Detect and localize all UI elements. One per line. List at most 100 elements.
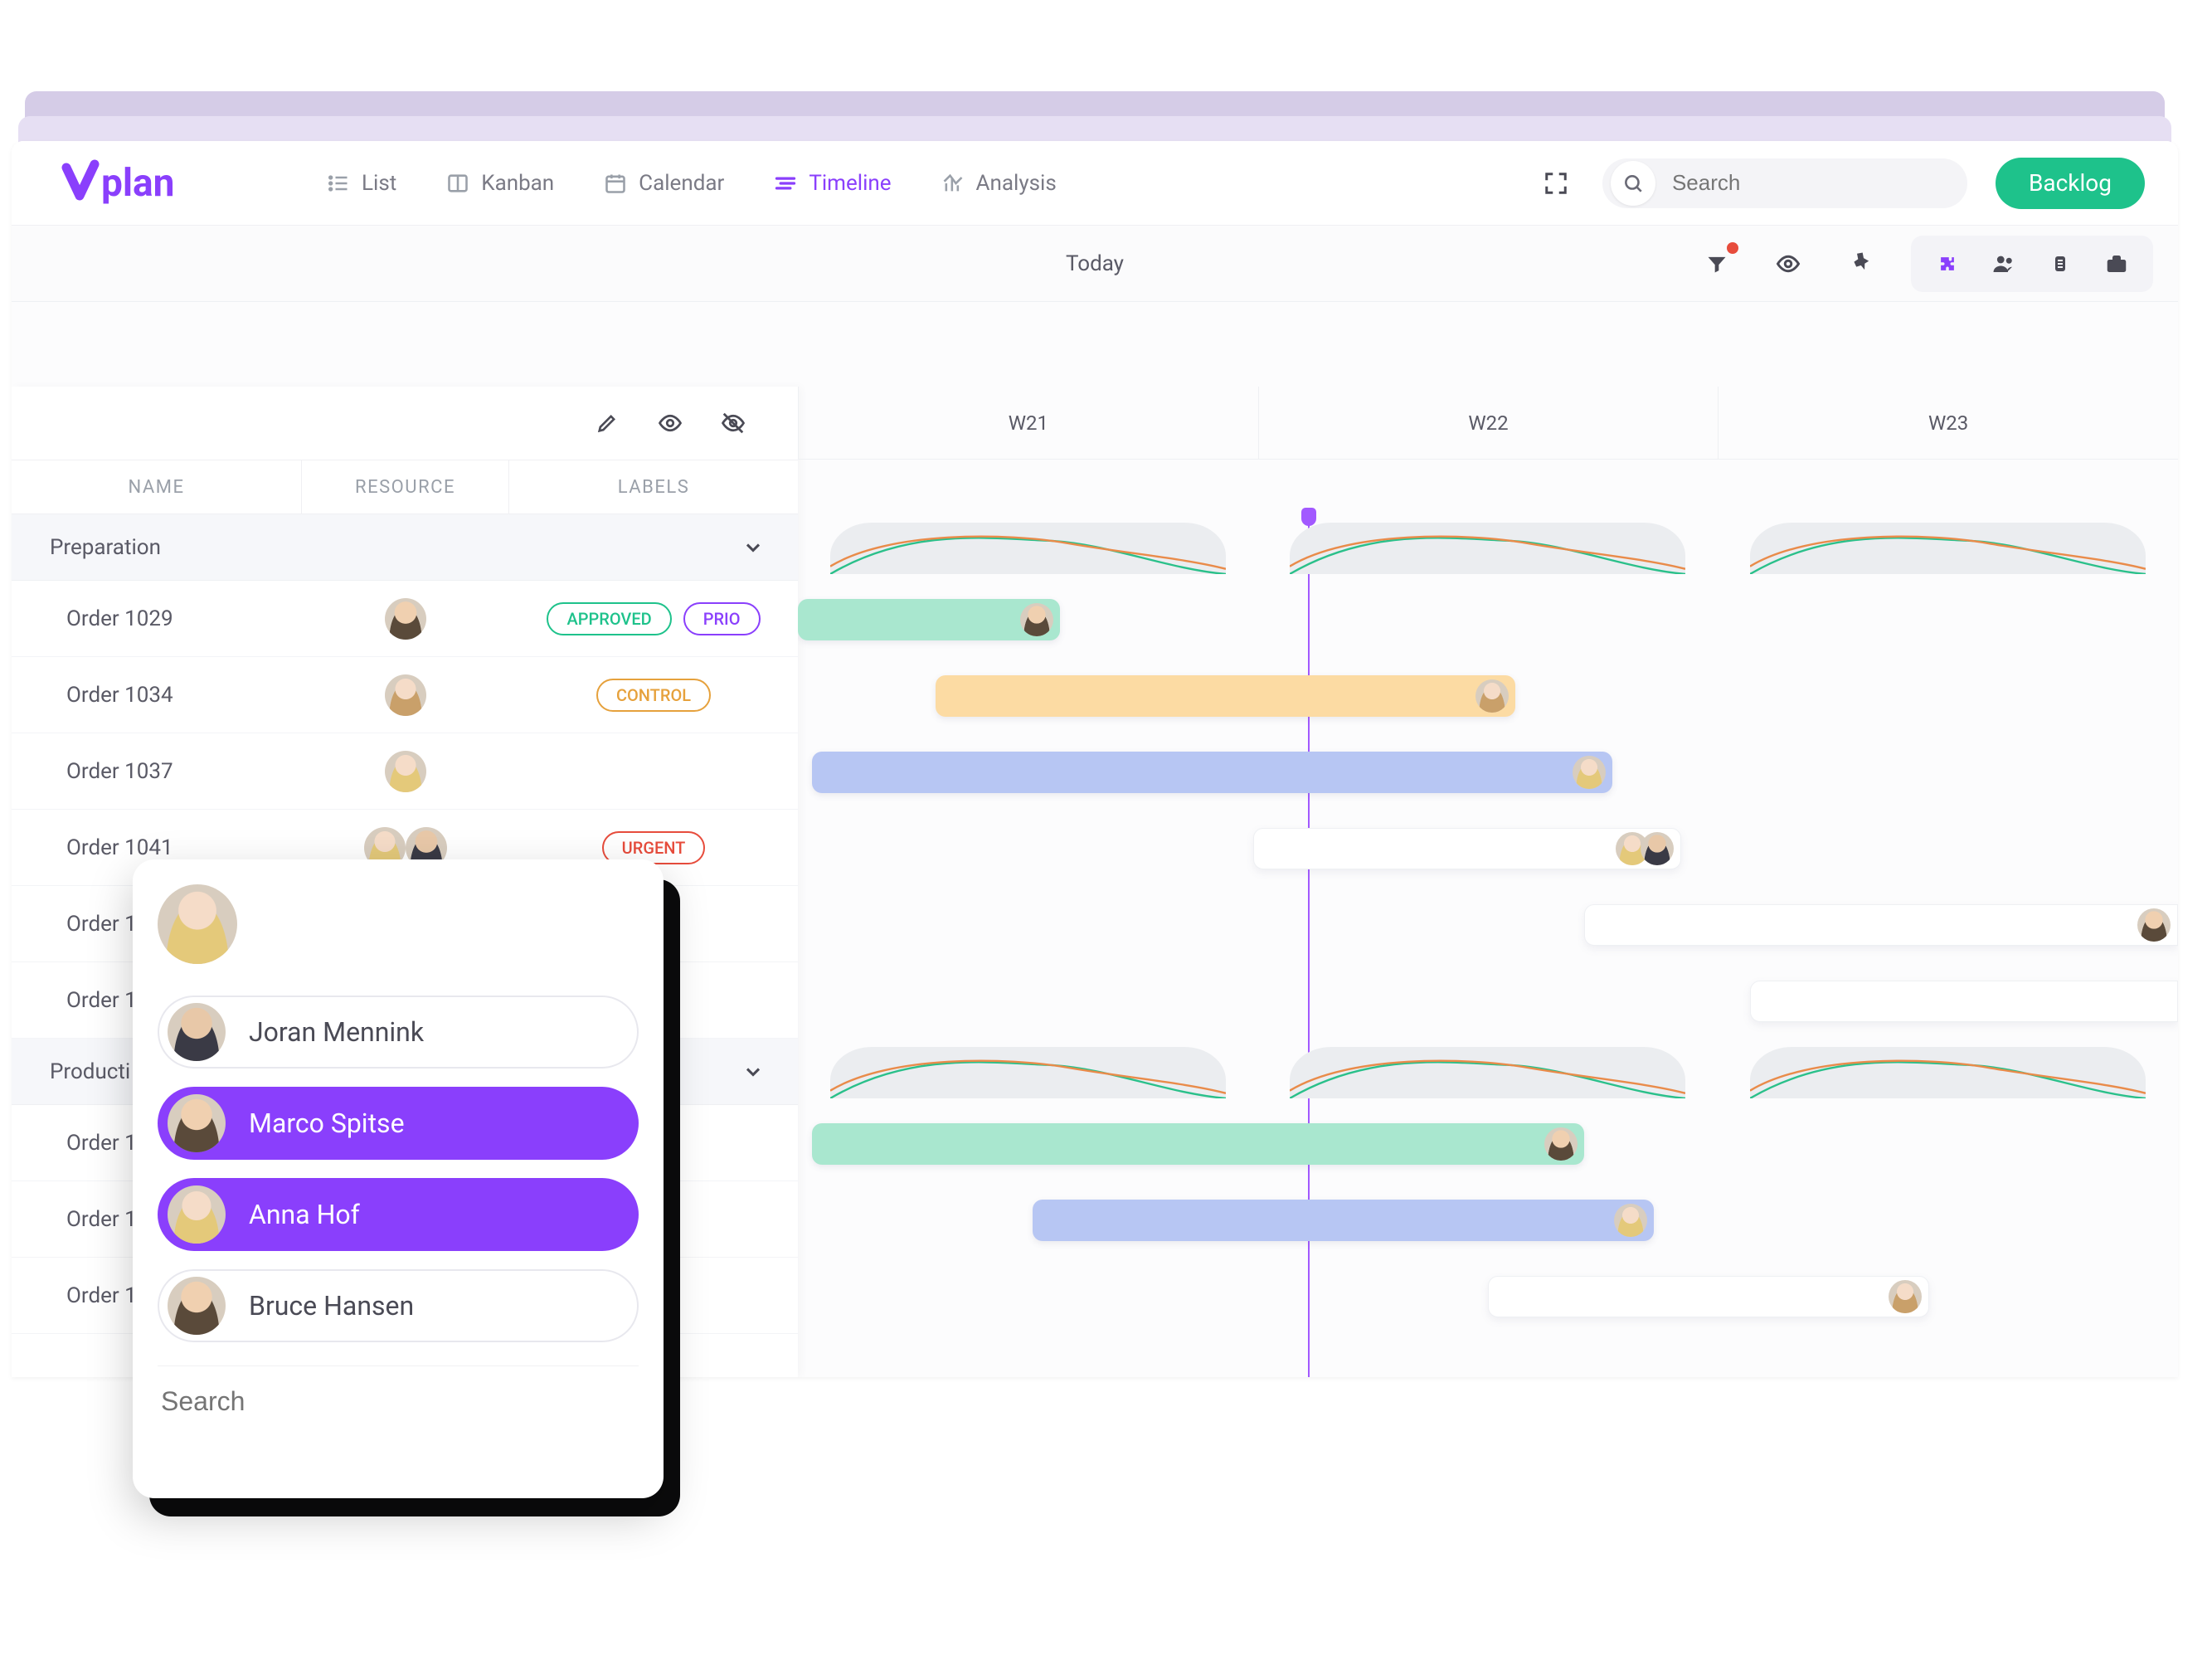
person-chip[interactable]: Joran Mennink xyxy=(158,996,639,1069)
users-icon[interactable] xyxy=(1984,244,2024,284)
chevron-down-icon xyxy=(741,536,765,559)
edit-icon[interactable] xyxy=(592,408,622,438)
label-pill: CONTROL xyxy=(596,679,711,712)
table-row[interactable]: Order 1034 CONTROL xyxy=(12,657,798,733)
label-pill: PRIO xyxy=(683,602,761,635)
topbar: plan List Kanban Calendar Time xyxy=(12,141,2178,226)
col-name: NAME xyxy=(12,460,302,514)
timeline-bar[interactable] xyxy=(812,752,1612,793)
tab-kanban-label: Kanban xyxy=(481,171,554,196)
avatar xyxy=(168,1185,226,1244)
timeline-bar[interactable] xyxy=(1253,828,1681,869)
group-row[interactable]: Preparation xyxy=(12,514,798,581)
row-resources xyxy=(302,751,509,792)
person-chip[interactable]: Bruce Hansen xyxy=(158,1269,639,1342)
tab-timeline[interactable]: Timeline xyxy=(774,171,891,196)
people-popover: Joran Mennink Marco Spitse Anna Hof Bruc… xyxy=(133,859,664,1498)
avatar xyxy=(168,1277,226,1335)
timeline-bar[interactable] xyxy=(936,675,1515,717)
today-label[interactable]: Today xyxy=(1066,251,1124,276)
group-title: Producti xyxy=(50,1059,130,1084)
search-icon xyxy=(1611,161,1655,206)
person-chip[interactable]: Anna Hof xyxy=(158,1178,639,1251)
tools-icon[interactable] xyxy=(1840,244,1879,284)
backlog-label: Backlog xyxy=(2029,169,2112,197)
week-col: W21 xyxy=(798,387,1258,460)
col-labels: LABELS xyxy=(509,460,798,514)
avatar xyxy=(1020,603,1053,636)
col-resource: RESOURCE xyxy=(302,460,509,514)
capacity-block xyxy=(830,523,1226,574)
avatar xyxy=(385,598,426,640)
popover-search[interactable] xyxy=(158,1365,639,1437)
list-toggle-icon[interactable] xyxy=(2040,244,2080,284)
search-input[interactable] xyxy=(1655,170,1959,196)
table-row[interactable]: Order 1037 xyxy=(12,733,798,810)
person-name: Anna Hof xyxy=(249,1199,360,1230)
avatar xyxy=(168,1003,226,1061)
puzzle-icon[interactable] xyxy=(1928,244,1967,284)
person-name: Bruce Hansen xyxy=(249,1290,414,1322)
avatar xyxy=(1889,1280,1922,1313)
fullscreen-icon[interactable] xyxy=(1538,165,1574,202)
timeline-bar[interactable] xyxy=(812,1123,1585,1165)
row-resources xyxy=(302,598,509,640)
subbar: Today xyxy=(12,226,2178,302)
timeline-bar[interactable] xyxy=(1584,904,2178,946)
tab-timeline-label: Timeline xyxy=(809,171,891,196)
timeline-chart[interactable]: W21 W22 W23 xyxy=(798,387,2178,1377)
avatar xyxy=(385,751,426,792)
row-labels: CONTROL xyxy=(509,679,798,712)
tab-analysis[interactable]: Analysis xyxy=(941,171,1057,196)
chevron-down-icon xyxy=(741,1060,765,1083)
capacity-block xyxy=(1750,523,2146,574)
avatar xyxy=(1544,1127,1578,1161)
search-box[interactable] xyxy=(1602,158,1967,208)
person-name: Joran Mennink xyxy=(249,1016,424,1048)
logo: plan xyxy=(61,159,211,207)
briefcase-icon[interactable] xyxy=(2097,244,2137,284)
avatar xyxy=(2137,908,2171,942)
tab-list[interactable]: List xyxy=(327,171,396,196)
capacity-block xyxy=(1290,523,1685,574)
eye-icon[interactable] xyxy=(655,408,685,438)
capacity-block xyxy=(1750,1047,2146,1098)
avatar xyxy=(1641,832,1674,865)
view-tabs: List Kanban Calendar Timeline Analysis xyxy=(327,171,1057,196)
capacity-block xyxy=(1290,1047,1685,1098)
avatar xyxy=(385,674,426,716)
capacity-block xyxy=(830,1047,1226,1098)
row-name: Order 1041 xyxy=(12,835,302,860)
timeline-bar[interactable] xyxy=(798,599,1060,640)
table-row[interactable]: Order 1029 APPROVED PRIO xyxy=(12,581,798,657)
group-title: Preparation xyxy=(50,535,161,560)
row-name: Order 1029 xyxy=(12,606,302,631)
week-col: W23 xyxy=(1718,387,2178,460)
person-chip[interactable]: Marco Spitse xyxy=(158,1087,639,1160)
timeline-bar[interactable] xyxy=(1033,1200,1654,1241)
tab-kanban[interactable]: Kanban xyxy=(446,171,554,196)
avatar xyxy=(168,1094,226,1152)
backlog-button[interactable]: Backlog xyxy=(1996,158,2145,209)
week-col: W22 xyxy=(1258,387,1719,460)
tab-list-label: List xyxy=(362,171,396,196)
left-columns-header: NAME RESOURCE LABELS xyxy=(12,460,798,514)
eye-off-icon[interactable] xyxy=(718,408,748,438)
row-name: Order 1034 xyxy=(12,683,302,708)
filter-badge xyxy=(1725,241,1740,256)
avatar xyxy=(1614,1204,1647,1237)
tab-analysis-label: Analysis xyxy=(976,171,1057,196)
filter-icon[interactable] xyxy=(1697,244,1737,284)
timeline-bar[interactable] xyxy=(1750,981,2178,1022)
timeline-bar[interactable] xyxy=(1488,1276,1929,1317)
tab-calendar[interactable]: Calendar xyxy=(604,171,724,196)
avatar xyxy=(1475,679,1509,713)
popover-search-input[interactable] xyxy=(161,1386,635,1417)
person-name: Marco Spitse xyxy=(249,1107,405,1139)
tab-calendar-label: Calendar xyxy=(639,171,724,196)
svg-text:plan: plan xyxy=(101,161,174,206)
visibility-icon[interactable] xyxy=(1768,244,1808,284)
selected-avatar xyxy=(158,884,237,964)
label-pill: APPROVED xyxy=(547,602,671,635)
row-resources xyxy=(302,674,509,716)
